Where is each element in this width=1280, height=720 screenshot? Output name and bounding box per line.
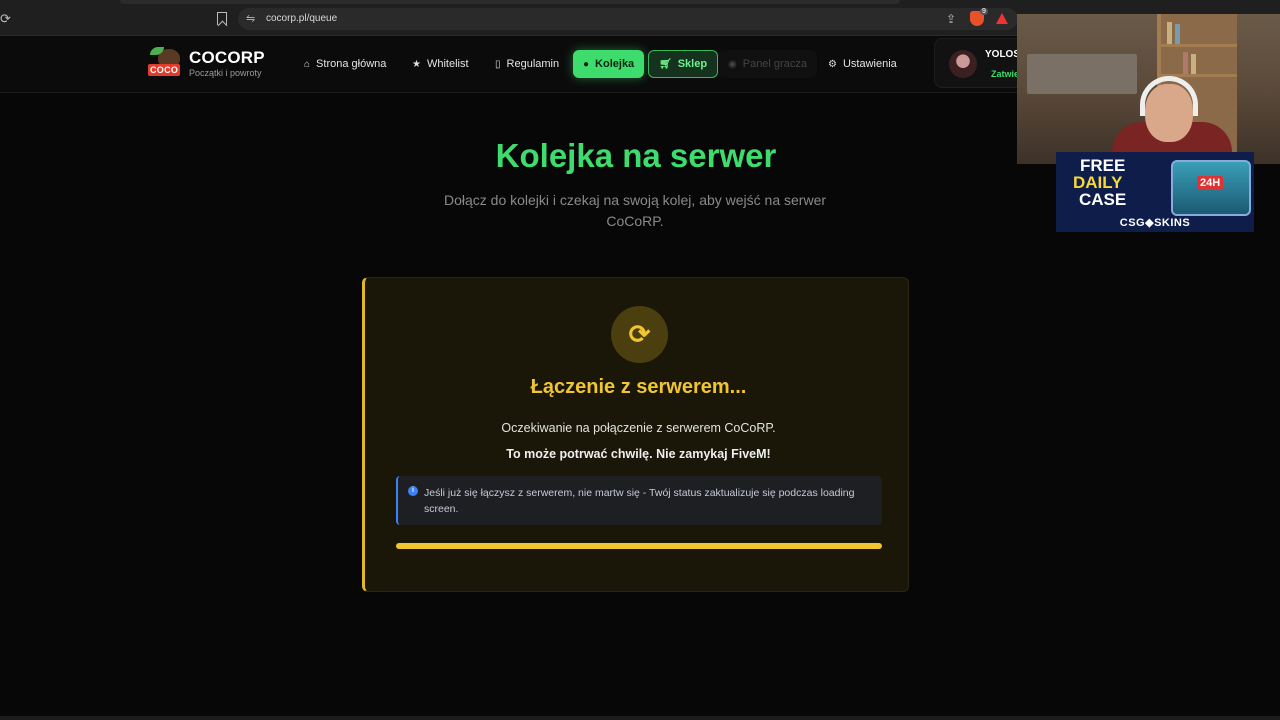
gear-icon: ⚙ [828,58,837,70]
webcam-overlay [1017,14,1280,164]
brave-rewards-icon[interactable] [996,13,1008,24]
user-name: YOLOS [985,49,1021,60]
book [1175,24,1180,44]
ad-brand: CSG◆SKINS [1119,217,1191,229]
status-warning: To może potrwać chwilę. Nie zamykaj Five… [506,447,771,461]
chest-tag: 24H [1197,176,1224,190]
nav-item-settings[interactable]: ⚙ Ustawienia [820,51,905,77]
star-icon: ★ [412,58,421,70]
background-desk [1027,54,1137,94]
nav-item-label: Ustawienia [842,58,897,70]
sync-icon: ⟳ [611,306,668,363]
info-icon: i [408,486,418,496]
queue-status-card: ⟳ Łączenie z serwerem... Oczekiwanie na … [362,277,909,592]
reload-icon[interactable]: ⟳ [0,12,14,26]
bottom-edge [0,716,1280,720]
nav-item-label: Whitelist [426,58,469,70]
status-text: Oczekiwanie na połączenie z serwerem CoC… [501,421,776,435]
nav-item-player-panel[interactable]: ◉ Panel gracza [718,50,817,78]
nav-item-queue[interactable]: ● Kolejka [573,50,645,78]
nav-item-shop[interactable]: 🛒︎ Sklep [648,50,719,78]
info-alert: i Jeśli już się łączysz z serwerem, nie … [396,476,882,525]
nav-item-label: Kolejka [595,58,635,70]
extension-badge: 9 [980,8,988,15]
info-text: Jeśli już się łączysz z serwerem, nie ma… [424,487,855,515]
nav-item-label: Panel gracza [742,58,807,70]
site-settings-icon[interactable]: ⇋ [246,12,255,25]
user-status: Zatwie [991,69,1020,79]
nav-item-label: Sklep [677,58,708,70]
home-icon: ⌂ [304,58,311,70]
brand-name[interactable]: COCORP [189,48,265,68]
nav-item-label: Regulamin [506,58,560,70]
gamepad-icon: ◉ [728,58,737,70]
brand-logo[interactable]: COCO [148,47,182,79]
shelf-board [1157,44,1237,47]
chest-icon: 24H [1171,160,1251,216]
url-text[interactable]: cocorp.pl/queue [266,13,337,24]
nav-item-whitelist[interactable]: ★ Whitelist [404,51,477,77]
user-icon: ● [583,58,590,70]
nav-item-label: Strona główna [316,58,387,70]
progress-bar [396,543,882,549]
ad-line-case: CASE [1079,190,1127,209]
nav-item-rules[interactable]: ▯ Regulamin [487,51,567,77]
brand-tagline: Początki i powroty [189,68,262,78]
progress-fill [396,543,882,549]
ad-banner[interactable]: FREE DAILY CASE 24H CSG◆SKINS [1056,152,1254,232]
book [1167,22,1172,44]
book [1183,52,1188,74]
nav-item-home[interactable]: ⌂ Strona główna [296,51,394,77]
book [1191,54,1196,74]
document-icon: ▯ [495,58,501,70]
address-bar[interactable]: ⇋ cocorp.pl/queue [238,8,1018,30]
logo-text: COCO [148,64,181,76]
browser-tab-strip [120,0,900,4]
cart-icon: 🛒︎ [659,58,672,70]
status-title: Łączenie z serwerem... [530,376,747,398]
avatar[interactable] [949,50,977,78]
page-subtitle: Dołącz do kolejki i czekaj na swoją kole… [443,192,827,229]
share-icon[interactable]: ⇪ [946,12,956,26]
bookmark-icon[interactable] [217,12,227,25]
